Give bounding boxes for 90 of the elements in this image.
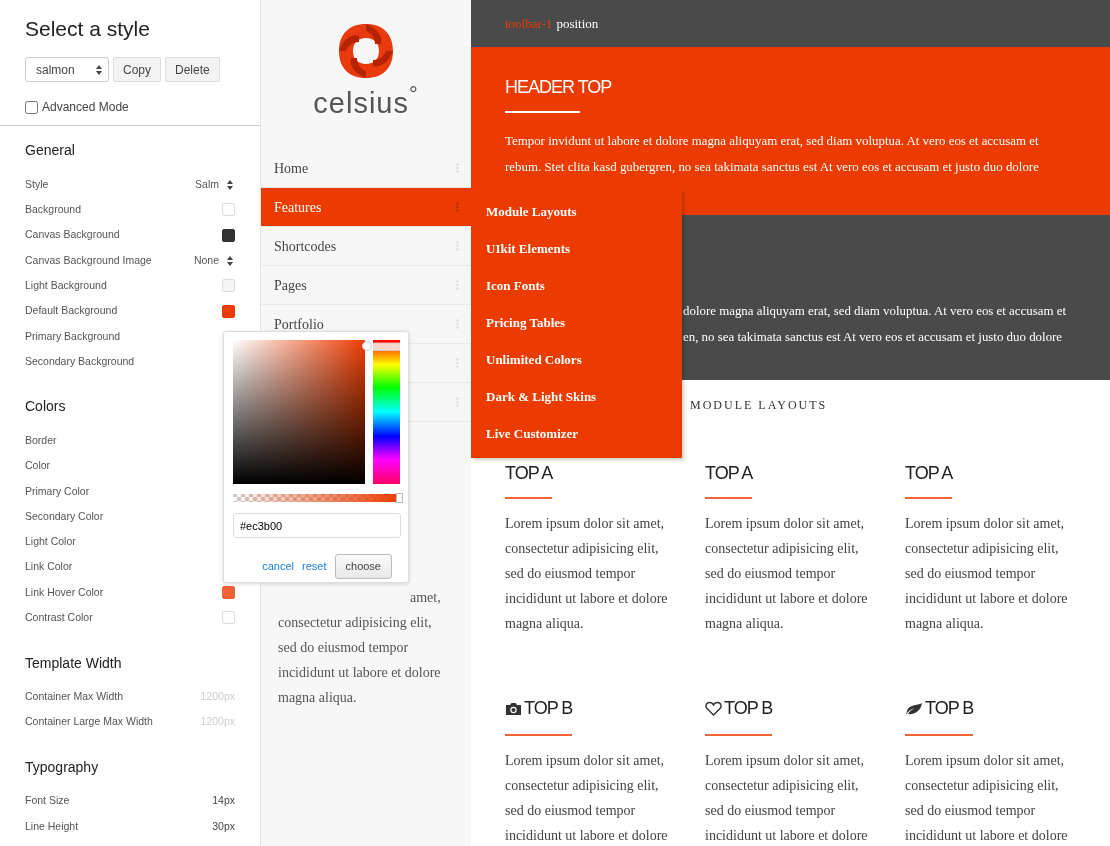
setting-label: Primary Color [25,483,90,499]
section-heading: Typography [25,758,100,776]
drag-handle-icon[interactable] [456,202,459,212]
setting-label: Font Size [25,793,70,809]
logo-icon [337,22,395,80]
menu-link[interactable]: Live Customizer [486,424,682,461]
position-label: position [556,14,599,33]
menu-link[interactable]: Unlimited Colors [486,350,682,387]
title-underline [705,734,772,737]
camera-icon [505,701,522,716]
block-title: TOP B [925,698,974,720]
setting-label: Background [25,202,82,218]
select-arrows-icon [227,255,233,266]
setting-label: Container Large Max Width [25,714,153,730]
section-title: HEADER TOP [505,77,613,99]
body-text: Lorem ipsum dolor sit amet, consectetur adipisicing elit, sed do eiusmod tempor incididunt ut labore et dolore magna aliqua. [905,515,1069,633]
setting-label: Primary Background [25,328,121,344]
checkbox-label: Advanced Mode [42,99,129,117]
section-label: MODULE LAYOUTS [690,397,828,414]
hue-thumb[interactable] [373,342,400,351]
picker-link[interactable]: cancel [262,558,295,575]
body-text: Lorem ipsum dolor sit amet, consectetur adipisicing elit, sed do eiusmod tempor incididunt ut labore et dolore magna aliqua. [505,515,669,633]
body-text-line: en, no sea takimata sanctus est At vero eos et accusam et justo duo dolore [683,329,1064,346]
menu-link[interactable]: UIkit Elements [486,239,682,276]
logo-text: celsius$^{°}$ [313,82,419,121]
section-heading: Colors [25,398,67,416]
advanced-mode-checkbox[interactable] [25,100,38,114]
setting-label: Line Height [25,818,79,834]
select-arrows-icon [96,64,102,75]
setting-label: Border [25,432,57,448]
setting-label: Light Color [25,534,76,550]
color-swatch[interactable] [222,304,235,318]
body-text: Lorem ipsum dolor sit amet, consectetur adipisicing elit, sed do eiusmod tempor incididunt ut labore et dolore [705,752,869,846]
setting-input[interactable]: 14px [175,793,235,810]
setting-label: Light Background [25,277,107,293]
setting-label: Canvas Background [25,227,120,243]
body-text: Lorem ipsum dolor sit amet, consectetur adipisicing elit, sed do eiusmod tempor incididunt ut labore et dolore [905,751,1069,845]
alpha-thumb[interactable] [396,493,403,503]
menu-link[interactable]: Dark & Light Skins [486,387,682,424]
menu-link[interactable]: Module Layouts [486,202,682,239]
title-underline [905,733,973,736]
setting-label: Container Max Width [25,689,124,705]
picker-handle[interactable] [362,341,372,351]
body-text-line: dolore magna aliquyam erat, sed diam voluptua. At vero eos et accusam et [683,303,1067,320]
block-title: TOP B [724,698,773,720]
body-text: Lorem ipsum dolor sit amet, consectetur adipisicing elit, sed do eiusmod tempor incididunt ut labore et dolore [505,751,669,845]
menu-link[interactable]: Pricing Tables [486,313,682,350]
setting-label: Color [25,458,51,474]
setting-select[interactable]: Salm [195,176,235,193]
color-swatch[interactable] [222,228,235,242]
choose-button[interactable]: choose [334,554,392,579]
setting-label: Contrast Color [25,610,93,625]
setting-label: Secondary Background [25,353,135,369]
setting-label: Link Color [25,559,73,575]
position-name: toolbar-1 [505,14,553,33]
picker-link[interactable]: reset [302,558,327,575]
setting-label: Style [25,176,49,192]
block-title: TOP A [705,463,753,485]
menu-link[interactable]: Icon Fonts [486,276,682,313]
panel-button[interactable]: Copy [113,57,161,83]
title-underline [505,733,572,736]
select-arrows-icon [227,179,233,190]
setting-input[interactable]: 30px [175,818,235,835]
block-title: TOP A [505,463,553,485]
nav-item[interactable]: Features [261,188,471,227]
section-heading: General [25,142,76,159]
body-text: Lorem ipsum dolor sit amet, consectetur adipisicing elit, sed do eiusmod tempor incididunt ut labore et dolore magna aliqua. [705,515,869,633]
leaf-icon [905,701,923,716]
block-title: TOP B [524,698,573,720]
body-text-line: Tempor invidunt ut labore et dolore magna aliquyam erat, sed diam voluptua. At vero eos et accusam et [505,132,1040,150]
section-heading: Template Width [25,654,123,672]
body-text: amet, consectetur adipisicing elit, sed do eiusmod tempor incididunt ut labore et dolore magna aliqua. [277,589,442,707]
panel-title: Select a style [25,16,151,42]
title-underline [505,497,552,499]
body-text-line: rebum. Stet clita kasd gubergren, no sea takimata sanctus est At vero eos et accusam et justo duo dolore [505,158,1040,176]
block-title: TOP A [905,463,953,485]
setting-label: Default Background [25,303,118,319]
title-underline [705,497,752,499]
hue-slider[interactable] [373,340,400,484]
setting-select[interactable]: None [193,252,235,269]
style-select[interactable]: salmon [25,57,109,83]
panel-button[interactable]: Delete [165,57,220,83]
setting-label: Link Hover Color [25,584,104,600]
heart-icon [705,701,722,717]
saturation-field[interactable] [233,340,366,484]
setting-label: Secondary Color [25,508,104,524]
color-swatch[interactable] [222,586,235,600]
hex-input[interactable]: #ec3b00 [233,513,401,538]
title-underline [905,497,952,499]
setting-label: Canvas Background Image [25,252,152,268]
